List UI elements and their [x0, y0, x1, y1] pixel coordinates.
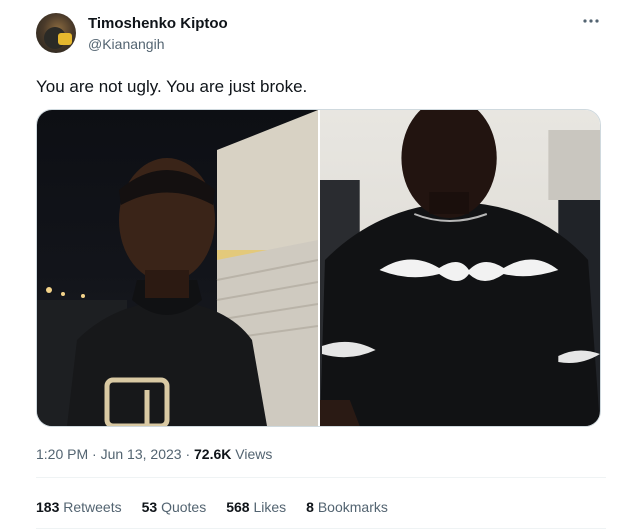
bookmarks-count: 8	[306, 499, 314, 515]
tweet-text: You are not ugly. You are just broke.	[36, 77, 308, 96]
retweets-count: 183	[36, 499, 60, 515]
views-count: 72.6K	[194, 446, 232, 462]
likes-count: 568	[226, 499, 250, 515]
likes-label: Likes	[253, 499, 287, 515]
media-grid	[36, 109, 601, 427]
tweet-stats: 183 Retweets 53 Quotes 568 Likes 8 Bookm…	[36, 498, 388, 516]
retweets-label: Retweets	[63, 499, 122, 515]
tweet-header: Timoshenko Kiptoo @Kianangih	[36, 13, 606, 55]
tweet-date[interactable]: Jun 13, 2023	[101, 446, 182, 462]
tweet: Timoshenko Kiptoo @Kianangih You are not…	[0, 0, 625, 529]
bookmarks-stat[interactable]: 8 Bookmarks	[306, 498, 388, 516]
tweet-time[interactable]: 1:20 PM	[36, 446, 88, 462]
author-names: Timoshenko Kiptoo @Kianangih	[88, 15, 228, 53]
more-horizontal-icon[interactable]	[578, 11, 604, 31]
avatar[interactable]	[36, 13, 76, 53]
separator: ·	[92, 446, 97, 462]
author-handle[interactable]: @Kianangih	[88, 35, 228, 53]
separator: ·	[185, 446, 191, 462]
author-display-name[interactable]: Timoshenko Kiptoo	[88, 15, 228, 33]
bookmarks-label: Bookmarks	[317, 499, 388, 515]
retweets-stat[interactable]: 183 Retweets	[36, 498, 122, 516]
views-label: Views	[235, 446, 273, 462]
likes-stat[interactable]: 568 Likes	[226, 498, 286, 516]
tweet-meta: 1:20 PM · Jun 13, 2023 · 72.6K Views	[36, 445, 272, 463]
quotes-count: 53	[141, 499, 158, 515]
photo-2[interactable]	[320, 110, 600, 426]
quotes-label: Quotes	[161, 499, 207, 515]
divider	[36, 477, 606, 478]
photo-1[interactable]	[37, 110, 318, 426]
quotes-stat[interactable]: 53 Quotes	[142, 498, 207, 516]
